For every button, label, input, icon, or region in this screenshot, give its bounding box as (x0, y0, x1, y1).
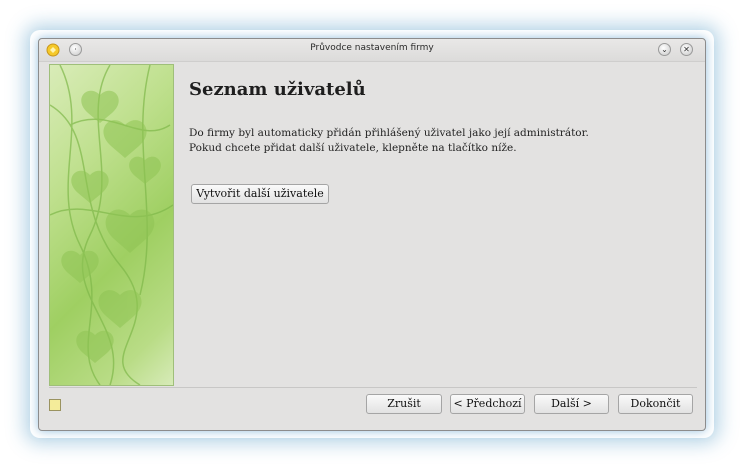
close-button[interactable]: ✕ (680, 43, 693, 56)
finish-button[interactable]: Dokončit (618, 394, 693, 414)
divider (49, 387, 697, 388)
cancel-button[interactable]: Zrušit (366, 394, 442, 414)
next-button[interactable]: Další > (534, 394, 609, 414)
leaf-decoration (50, 65, 173, 385)
window-title: Průvodce nastavením firmy (310, 43, 434, 53)
wizard-window: · Průvodce nastavením firmy ⌄ ✕ Seznam u… (38, 38, 706, 431)
description-line-2: Pokud chcete přidat další uživatele, kle… (189, 142, 517, 154)
help-icon[interactable] (49, 399, 61, 411)
description-line-1: Do firmy byl automaticky přidán přihláše… (189, 127, 589, 139)
page-description: Do firmy byl automaticky přidán přihláše… (189, 126, 589, 156)
create-user-button[interactable]: Vytvořit další uživatele (191, 184, 329, 204)
page-title: Seznam uživatelů (189, 79, 366, 100)
wizard-sidebar-image (49, 64, 174, 386)
minimize-button[interactable]: ⌄ (658, 43, 671, 56)
title-bar[interactable]: · Průvodce nastavením firmy ⌄ ✕ (39, 39, 705, 62)
previous-button[interactable]: < Předchozí (450, 394, 525, 414)
chevron-down-icon: ⌄ (661, 45, 668, 54)
close-icon: ✕ (683, 45, 690, 54)
